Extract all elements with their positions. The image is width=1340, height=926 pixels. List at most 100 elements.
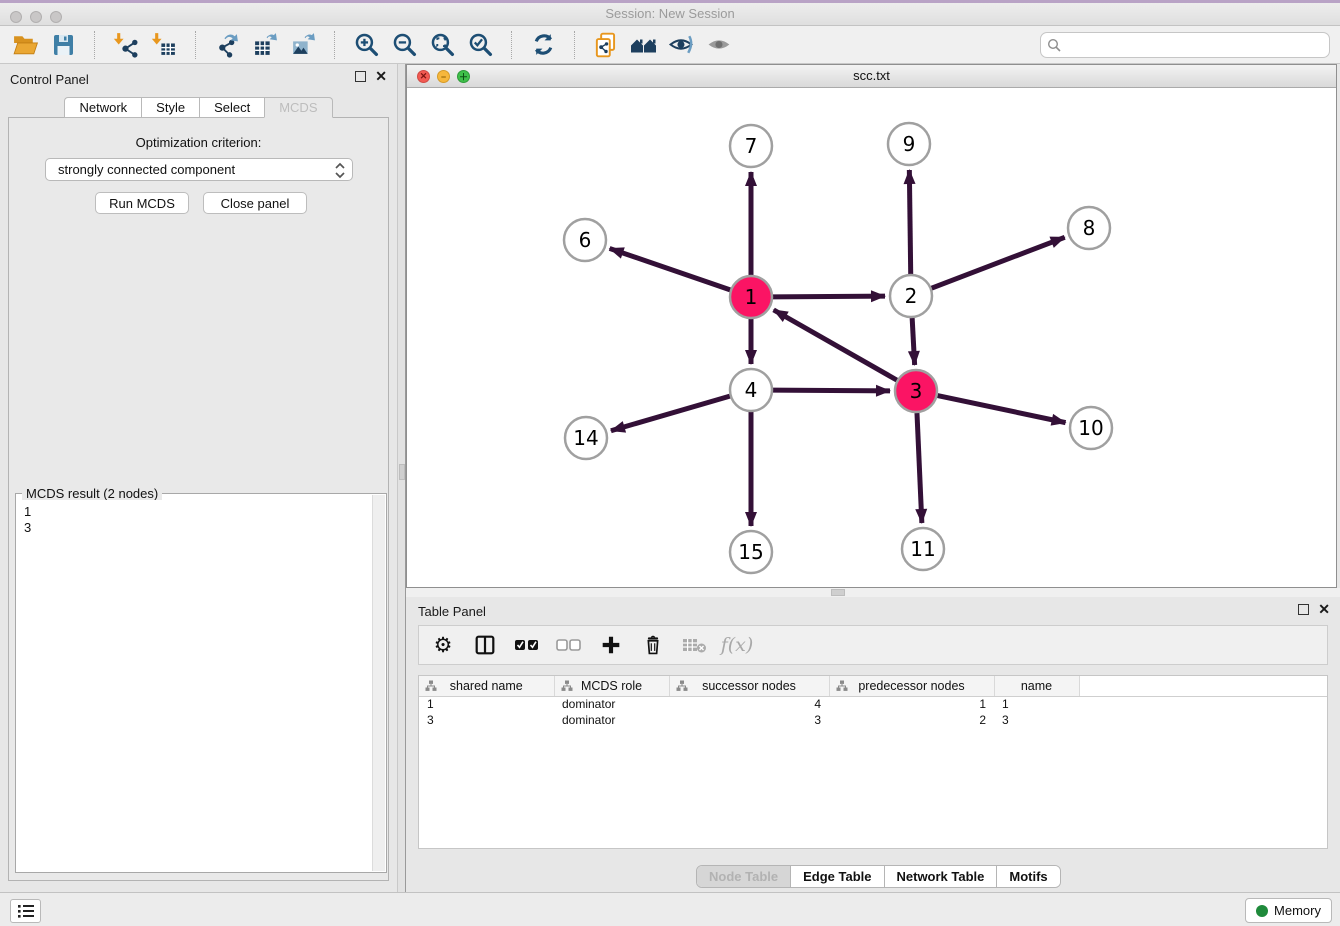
graph-node-1[interactable]: 1 xyxy=(730,276,772,318)
minimize-network-button[interactable]: − xyxy=(437,70,450,83)
float-panel-icon[interactable] xyxy=(1298,604,1309,615)
column-header-successor-nodes[interactable]: successor nodes xyxy=(669,676,829,696)
tab-node-table[interactable]: Node Table xyxy=(697,866,791,887)
close-panel-icon[interactable]: ✕ xyxy=(1318,604,1330,615)
maximize-network-button[interactable]: ＋ xyxy=(457,70,470,83)
result-line: 1 xyxy=(24,504,372,520)
export-table-icon[interactable] xyxy=(250,30,280,60)
network-canvas[interactable]: 7 9 6 8 1 2 4 3 14 10 15 11 xyxy=(407,88,1336,587)
graph-node-10[interactable]: 10 xyxy=(1070,407,1112,449)
table-settings-gear-icon[interactable]: ⚙ xyxy=(429,631,457,659)
zoom-out-icon[interactable] xyxy=(389,30,419,60)
memory-button[interactable]: Memory xyxy=(1245,898,1332,923)
table-cell[interactable]: dominator xyxy=(554,696,669,712)
show-all-icon[interactable] xyxy=(629,30,659,60)
close-panel-icon[interactable]: ✕ xyxy=(375,71,387,82)
graph-node-label: 4 xyxy=(745,378,758,402)
graph-node-15[interactable]: 15 xyxy=(730,531,772,573)
graph-edge-2-8[interactable] xyxy=(932,237,1065,288)
table-cell[interactable]: 3 xyxy=(994,712,1079,728)
hide-selected-icon[interactable] xyxy=(667,30,697,60)
graph-node-4[interactable]: 4 xyxy=(730,369,772,411)
tab-motifs[interactable]: Motifs xyxy=(997,866,1059,887)
panel-divider-vertical[interactable] xyxy=(397,64,406,892)
function-builder-icon: f(x) xyxy=(723,631,751,659)
table-cell[interactable]: 1 xyxy=(994,696,1079,712)
graph-edge-4-14[interactable] xyxy=(611,396,730,431)
table-cell[interactable]: 4 xyxy=(669,696,829,712)
column-header-shared-name[interactable]: shared name xyxy=(419,676,554,696)
close-panel-button[interactable]: Close panel xyxy=(203,192,307,214)
graph-edge-4-3[interactable] xyxy=(773,390,890,391)
graph-node-9[interactable]: 9 xyxy=(888,123,930,165)
import-network-icon[interactable] xyxy=(111,30,141,60)
graph-node-14[interactable]: 14 xyxy=(565,417,607,459)
table-toolbar: ⚙ f(x) xyxy=(418,625,1328,665)
window-title: Session: New Session xyxy=(0,3,1340,25)
graph-node-6[interactable]: 6 xyxy=(564,219,606,261)
graph-edge-3-10[interactable] xyxy=(938,396,1066,423)
graph-node-2[interactable]: 2 xyxy=(890,275,932,317)
column-header-predecessor-nodes[interactable]: predecessor nodes xyxy=(829,676,994,696)
save-session-icon[interactable] xyxy=(48,30,78,60)
search-input[interactable] xyxy=(1040,32,1330,58)
graph-node-11[interactable]: 11 xyxy=(902,528,944,570)
graph-node-7[interactable]: 7 xyxy=(730,125,772,167)
table-cell[interactable]: 3 xyxy=(669,712,829,728)
open-session-icon[interactable] xyxy=(10,30,40,60)
column-type-icon xyxy=(425,680,437,695)
export-image-icon[interactable] xyxy=(288,30,318,60)
graph-edge-1-2[interactable] xyxy=(773,296,885,297)
column-header-mcds-role[interactable]: MCDS role xyxy=(554,676,669,696)
graph-node-3[interactable]: 3 xyxy=(895,370,937,412)
mcds-result-text[interactable]: 13 xyxy=(17,500,372,871)
show-columns-icon[interactable] xyxy=(471,631,499,659)
tab-network[interactable]: Network xyxy=(64,97,141,118)
graph-edge-2-9[interactable] xyxy=(909,170,910,274)
graph-edge-2-3[interactable] xyxy=(912,318,914,365)
refresh-layout-icon[interactable] xyxy=(528,30,558,60)
task-history-button[interactable] xyxy=(10,899,41,923)
panel-divider-horizontal[interactable] xyxy=(406,588,1340,597)
minimize-window-button[interactable] xyxy=(30,11,42,23)
delete-table-icon xyxy=(681,631,709,659)
zoom-in-icon[interactable] xyxy=(351,30,381,60)
column-header-name[interactable]: name xyxy=(994,676,1079,696)
graph-edge-3-11[interactable] xyxy=(917,413,922,523)
main-toolbar xyxy=(0,26,1340,64)
zoom-selected-icon[interactable] xyxy=(465,30,495,60)
result-scrollbar[interactable] xyxy=(372,495,385,871)
zoom-window-button[interactable] xyxy=(50,11,62,23)
graph-edge-3-1[interactable] xyxy=(774,310,897,380)
zoom-fit-icon[interactable] xyxy=(427,30,457,60)
table-cell[interactable]: 3 xyxy=(419,712,554,728)
show-hidden-icon[interactable] xyxy=(705,30,735,60)
table-cell[interactable]: 1 xyxy=(419,696,554,712)
float-panel-icon[interactable] xyxy=(355,71,366,82)
divider-grip[interactable] xyxy=(831,589,845,596)
select-all-icon[interactable] xyxy=(513,631,541,659)
export-network-icon[interactable] xyxy=(212,30,242,60)
divider-grip[interactable] xyxy=(399,464,405,480)
table-cell[interactable]: 2 xyxy=(829,712,994,728)
close-network-button[interactable]: ✕ xyxy=(417,70,430,83)
tab-edge-table[interactable]: Edge Table xyxy=(791,866,884,887)
table-row[interactable]: 1dominator411 xyxy=(419,696,1327,712)
table-row[interactable]: 3dominator323 xyxy=(419,712,1327,728)
deselect-all-icon[interactable] xyxy=(555,631,583,659)
tab-select[interactable]: Select xyxy=(199,97,264,118)
close-window-button[interactable] xyxy=(10,11,22,23)
table-cell[interactable]: 1 xyxy=(829,696,994,712)
delete-column-icon[interactable] xyxy=(639,631,667,659)
import-table-icon[interactable] xyxy=(149,30,179,60)
criterion-select[interactable]: strongly connected component xyxy=(45,158,353,181)
run-mcds-button[interactable]: Run MCDS xyxy=(95,192,189,214)
add-column-icon[interactable] xyxy=(597,631,625,659)
duplicate-network-icon[interactable] xyxy=(591,30,621,60)
tab-style[interactable]: Style xyxy=(141,97,199,118)
table-cell[interactable]: dominator xyxy=(554,712,669,728)
graph-node-8[interactable]: 8 xyxy=(1068,207,1110,249)
graph-edge-1-6[interactable] xyxy=(610,248,731,289)
tab-mcds[interactable]: MCDS xyxy=(264,97,332,118)
tab-network-table[interactable]: Network Table xyxy=(885,866,998,887)
